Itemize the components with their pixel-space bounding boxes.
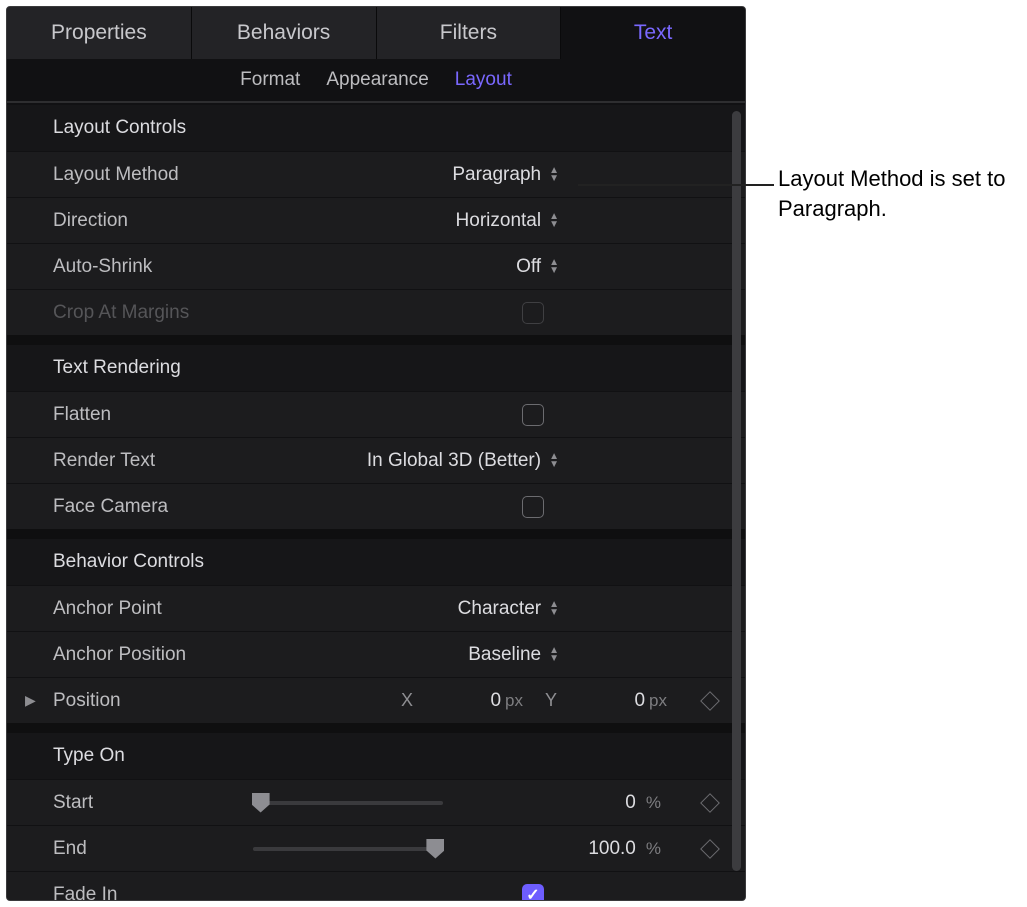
keyframe-end-icon[interactable] xyxy=(700,839,720,859)
row-layout-method: Layout Method Paragraph xyxy=(7,151,745,197)
popup-anchor-point[interactable]: Character xyxy=(458,598,559,620)
checkbox-fade-in[interactable] xyxy=(522,884,544,901)
row-render-text: Render Text In Global 3D (Better) xyxy=(7,437,745,483)
row-anchor-position: Anchor Position Baseline xyxy=(7,631,745,677)
row-anchor-point: Anchor Point Character xyxy=(7,585,745,631)
label-flatten: Flatten xyxy=(53,404,253,426)
value-start[interactable]: 0 xyxy=(602,792,636,814)
tab-behaviors[interactable]: Behaviors xyxy=(192,7,377,59)
value-layout-method: Paragraph xyxy=(452,164,541,186)
unit-pct-start: % xyxy=(646,793,661,813)
label-anchor-position: Anchor Position xyxy=(53,644,253,666)
label-auto-shrink: Auto-Shrink xyxy=(53,256,253,278)
label-start: Start xyxy=(53,792,253,814)
subtab-appearance[interactable]: Appearance xyxy=(326,69,428,91)
section-type-on: Type On xyxy=(7,733,745,779)
value-position-y[interactable]: 0 xyxy=(611,690,645,712)
subtab-format[interactable]: Format xyxy=(240,69,300,91)
section-behavior-controls: Behavior Controls xyxy=(7,539,745,585)
text-subtabs: Format Appearance Layout xyxy=(7,59,745,103)
checkbox-face-camera[interactable] xyxy=(522,496,544,518)
inspector-body: Layout Controls Layout Method Paragraph … xyxy=(7,105,745,900)
updown-icon xyxy=(549,648,559,662)
checkbox-flatten[interactable] xyxy=(522,404,544,426)
label-x: X xyxy=(401,690,413,711)
section-layout-controls: Layout Controls xyxy=(7,105,745,151)
label-end: End xyxy=(53,838,253,860)
popup-layout-method[interactable]: Paragraph xyxy=(452,164,559,186)
unit-pct-end: % xyxy=(646,839,661,859)
popup-anchor-position[interactable]: Baseline xyxy=(468,644,559,666)
value-auto-shrink: Off xyxy=(516,256,541,278)
unit-px-x: px xyxy=(505,691,523,711)
row-auto-shrink: Auto-Shrink Off xyxy=(7,243,745,289)
subtab-layout[interactable]: Layout xyxy=(455,69,512,91)
label-crop-at-margins: Crop At Margins xyxy=(53,302,253,324)
slider-start[interactable] xyxy=(253,793,443,813)
section-text-rendering: Text Rendering xyxy=(7,345,745,391)
popup-auto-shrink[interactable]: Off xyxy=(516,256,559,278)
keyframe-position-icon[interactable] xyxy=(700,691,720,711)
label-fade-in: Fade In xyxy=(53,884,253,901)
callout-leader-line xyxy=(578,184,774,186)
label-anchor-point: Anchor Point xyxy=(53,598,253,620)
row-direction: Direction Horizontal xyxy=(7,197,745,243)
updown-icon xyxy=(549,454,559,468)
row-crop-at-margins: Crop At Margins xyxy=(7,289,745,335)
label-face-camera: Face Camera xyxy=(53,496,253,518)
value-anchor-position: Baseline xyxy=(468,644,541,666)
updown-icon xyxy=(549,214,559,228)
label-position: Position xyxy=(53,690,253,712)
callout-text: Layout Method is set to Paragraph. xyxy=(778,164,1018,223)
inspector-panel: Properties Behaviors Filters Text Format… xyxy=(6,6,746,901)
row-flatten: Flatten xyxy=(7,391,745,437)
value-anchor-point: Character xyxy=(458,598,541,620)
row-end: End 100.0 % xyxy=(7,825,745,871)
popup-render-text[interactable]: In Global 3D (Better) xyxy=(367,450,559,472)
disclosure-position-icon[interactable]: ▶ xyxy=(25,692,36,709)
tab-properties[interactable]: Properties xyxy=(7,7,192,59)
slider-end[interactable] xyxy=(253,839,443,859)
updown-icon xyxy=(549,168,559,182)
row-position: ▶ Position X 0 px Y 0 px xyxy=(7,677,745,723)
value-render-text: In Global 3D (Better) xyxy=(367,450,541,472)
scrollbar[interactable] xyxy=(732,111,741,871)
label-render-text: Render Text xyxy=(53,450,253,472)
tab-filters[interactable]: Filters xyxy=(377,7,562,59)
row-fade-in: Fade In xyxy=(7,871,745,900)
updown-icon xyxy=(549,260,559,274)
label-layout-method: Layout Method xyxy=(53,164,253,186)
value-end[interactable]: 100.0 xyxy=(588,838,636,860)
popup-direction[interactable]: Horizontal xyxy=(456,210,559,232)
updown-icon xyxy=(549,602,559,616)
row-start: Start 0 % xyxy=(7,779,745,825)
keyframe-start-icon[interactable] xyxy=(700,793,720,813)
unit-px-y: px xyxy=(649,691,667,711)
tab-text[interactable]: Text xyxy=(561,7,745,59)
label-direction: Direction xyxy=(53,210,253,232)
value-position-x[interactable]: 0 xyxy=(467,690,501,712)
value-direction: Horizontal xyxy=(456,210,542,232)
row-face-camera: Face Camera xyxy=(7,483,745,529)
inspector-tabs: Properties Behaviors Filters Text xyxy=(7,7,745,59)
checkbox-crop-at-margins xyxy=(522,302,544,324)
label-y: Y xyxy=(545,690,557,711)
